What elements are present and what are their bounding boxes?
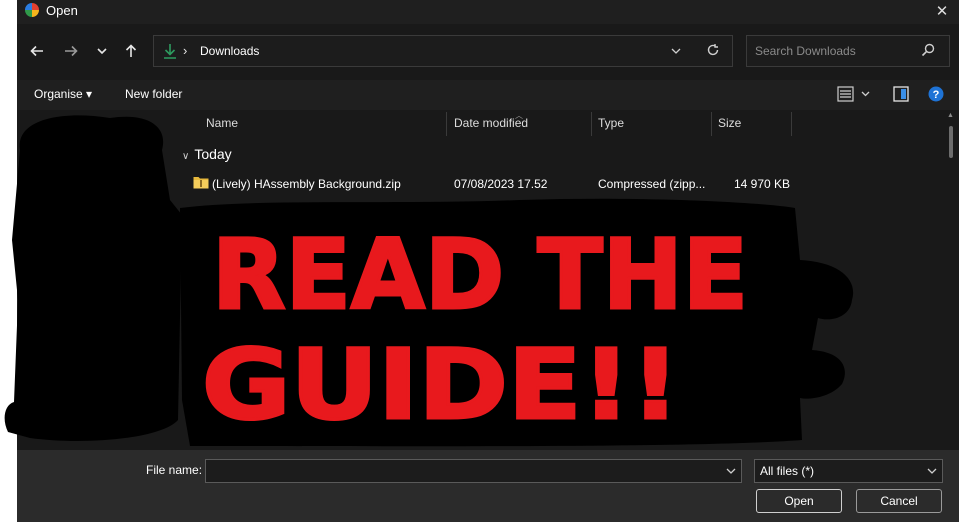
column-divider[interactable] [591, 112, 592, 136]
chevron-down-icon: ∨ [182, 151, 190, 162]
navigation-bar: › Downloads [17, 24, 959, 80]
file-name: (Lively) HAssembly Background.zip [212, 177, 401, 191]
organise-button[interactable]: Organise ▾ [34, 87, 92, 101]
close-icon: ✕ [935, 3, 949, 20]
file-type-filter-select[interactable]: All files (*) [754, 459, 943, 483]
column-divider[interactable] [791, 112, 792, 136]
address-bar[interactable]: › Downloads [153, 35, 733, 67]
file-type-filter-value: All files (*) [760, 464, 815, 478]
recent-locations-button[interactable] [89, 38, 115, 64]
forward-button[interactable] [58, 38, 84, 64]
command-toolbar: Organise ▾ New folder ? [17, 80, 959, 110]
arrow-left-icon [30, 45, 43, 57]
arrow-up-icon [125, 44, 137, 57]
dialog-footer: File name: All files (*) Open Cancel [17, 450, 959, 522]
preview-pane-icon[interactable] [893, 86, 909, 102]
column-divider[interactable] [446, 112, 447, 136]
up-button[interactable] [118, 38, 144, 64]
list-item[interactable]: (Lively) HAssembly Background.zip 07/08/… [193, 174, 793, 194]
chevron-down-icon[interactable] [725, 465, 737, 477]
chevron-down-icon [97, 48, 107, 55]
file-date-modified: 07/08/2023 17.52 [454, 177, 548, 191]
arrow-right-icon [65, 45, 78, 57]
file-name-label: File name: [146, 463, 203, 477]
view-options-icon[interactable] [837, 86, 873, 102]
file-name-combobox[interactable] [205, 459, 742, 483]
file-name-input[interactable] [211, 463, 711, 479]
group-label: Today [194, 146, 232, 162]
chevron-down-icon[interactable] [670, 45, 682, 57]
search-icon [921, 43, 935, 57]
breadcrumb-downloads[interactable]: Downloads [200, 44, 259, 58]
zip-folder-icon [193, 177, 209, 189]
column-header-date-modified[interactable]: Date modified [454, 116, 528, 130]
navigation-pane[interactable] [17, 110, 175, 450]
column-header-name[interactable]: Name [206, 116, 238, 130]
scroll-up-icon[interactable]: ▲ [947, 112, 954, 119]
window-title: Open [46, 3, 78, 18]
file-type: Compressed (zipp... [598, 177, 706, 191]
cancel-button[interactable]: Cancel [856, 489, 942, 513]
search-input[interactable] [755, 43, 915, 59]
open-button[interactable]: Open [756, 489, 842, 513]
file-size: 14 970 KB [734, 177, 791, 191]
column-header-size[interactable]: Size [718, 116, 741, 130]
back-button[interactable] [24, 38, 50, 64]
open-file-dialog: Open ✕ › Downloads Organise ▾ New fol [17, 0, 959, 522]
refresh-icon[interactable] [706, 43, 720, 57]
title-bar: Open ✕ [17, 0, 959, 24]
vertical-scrollbar[interactable] [949, 126, 953, 158]
app-icon [25, 3, 39, 17]
chevron-down-icon [927, 468, 937, 474]
column-header-type[interactable]: Type [598, 116, 624, 130]
svg-text:?: ? [933, 89, 940, 101]
download-icon [164, 44, 176, 59]
file-list: ︿ Name Date modified Type Size ∨ Today (L… [175, 110, 959, 450]
column-divider[interactable] [711, 112, 712, 136]
breadcrumb-separator: › [183, 43, 188, 58]
new-folder-button[interactable]: New folder [125, 87, 182, 101]
group-header-today[interactable]: ∨ Today [182, 146, 232, 162]
close-button[interactable]: ✕ [929, 0, 955, 22]
help-icon[interactable]: ? [928, 86, 944, 102]
search-box[interactable] [746, 35, 950, 67]
